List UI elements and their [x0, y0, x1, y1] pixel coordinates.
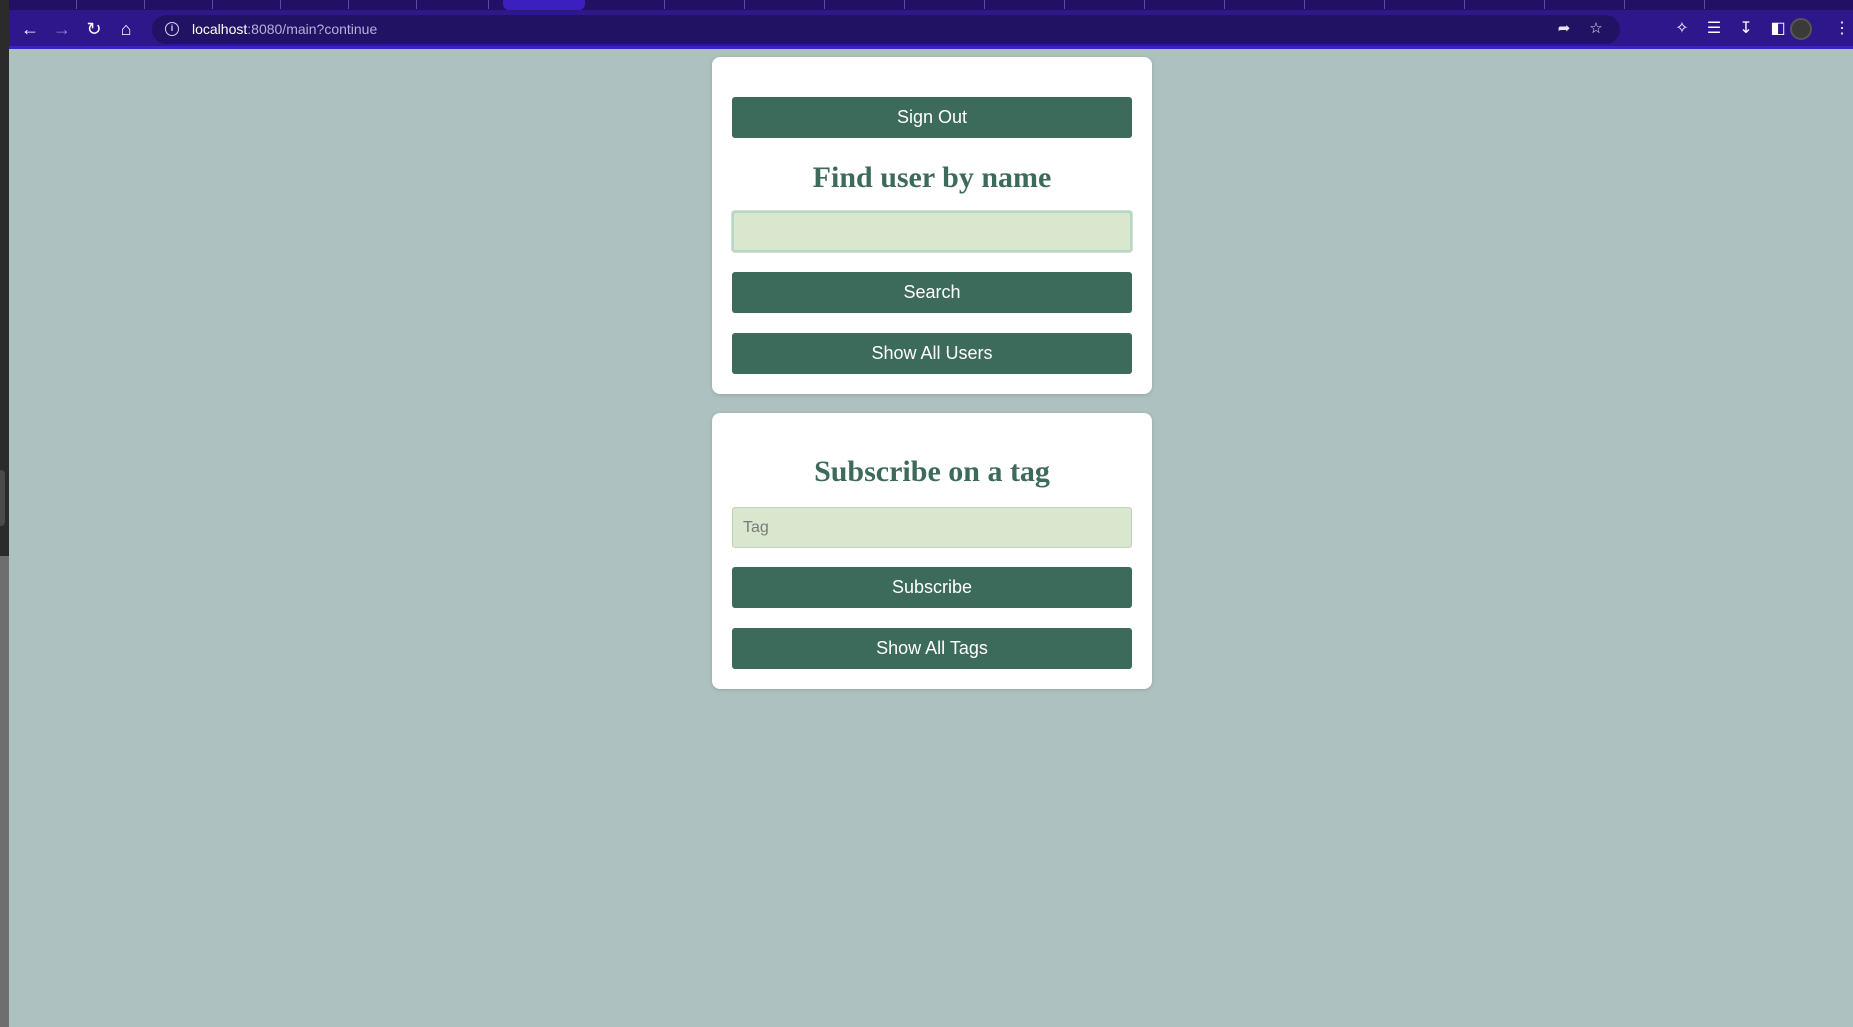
browser-tab[interactable] [281, 0, 349, 9]
home-icon[interactable]: ⌂ [114, 17, 138, 41]
media-queue-icon[interactable]: ☰ [1703, 18, 1725, 40]
browser-tab[interactable] [665, 0, 745, 9]
tag-input[interactable] [732, 507, 1132, 548]
star-icon[interactable]: ☆ [1586, 19, 1606, 39]
find-user-card: Sign Out Find user by name Search Show A… [712, 57, 1152, 394]
browser-tab[interactable] [1385, 0, 1465, 9]
user-name-input[interactable] [732, 211, 1132, 252]
browser-tab[interactable] [905, 0, 985, 9]
arrow-left-icon[interactable]: ← [18, 17, 42, 41]
browser-tab[interactable] [1305, 0, 1385, 9]
browser-tab[interactable] [213, 0, 281, 9]
browser-tab[interactable] [9, 0, 77, 9]
browser-toolbar: ← → ↻ ⌂ i localhost:8080/main?continue ➦… [9, 10, 1853, 49]
side-panel-icon[interactable]: ◧ [1767, 18, 1789, 40]
avatar[interactable] [1790, 18, 1812, 40]
find-user-heading: Find user by name [812, 161, 1052, 194]
browser-tab[interactable] [825, 0, 905, 9]
subscribe-button[interactable]: Subscribe [732, 567, 1132, 608]
info-icon[interactable]: i [165, 22, 179, 36]
puzzle-icon[interactable]: ✧ [1671, 18, 1693, 40]
browser-tab[interactable] [1225, 0, 1305, 9]
dock-handle [0, 470, 5, 526]
subscribe-heading: Subscribe on a tag [814, 455, 1050, 488]
desktop-background-strip [0, 556, 9, 1027]
address-bar[interactable]: i localhost:8080/main?continue ➦ ☆ [152, 15, 1620, 44]
show-all-users-button[interactable]: Show All Users [732, 333, 1132, 374]
browser-tab[interactable] [417, 0, 489, 9]
sign-out-button[interactable]: Sign Out [732, 97, 1132, 138]
browser-tab[interactable] [745, 0, 825, 9]
url-text[interactable]: localhost:8080/main?continue [192, 21, 377, 37]
kebab-menu-icon[interactable]: ⋮ [1831, 18, 1853, 40]
arrow-right-icon[interactable]: → [50, 17, 74, 41]
browser-tab-active[interactable] [503, 0, 585, 10]
download-icon[interactable]: ↧ [1735, 18, 1757, 40]
browser-tab[interactable] [985, 0, 1065, 9]
browser-tab[interactable] [585, 0, 665, 9]
browser-tab[interactable] [1065, 0, 1145, 9]
browser-tab[interactable] [1465, 0, 1545, 9]
browser-tab[interactable] [77, 0, 145, 9]
subscribe-card: Subscribe on a tag Subscribe Show All Ta… [712, 413, 1152, 689]
browser-window: ← → ↻ ⌂ i localhost:8080/main?continue ➦… [9, 0, 1853, 49]
show-all-tags-button[interactable]: Show All Tags [732, 628, 1132, 669]
browser-tab[interactable] [145, 0, 213, 9]
browser-tab[interactable] [1145, 0, 1225, 9]
url-host: localhost [192, 21, 248, 37]
share-icon[interactable]: ➦ [1554, 19, 1574, 39]
url-path: :8080/main?continue [247, 21, 378, 37]
browser-tab[interactable] [1545, 0, 1625, 9]
search-button[interactable]: Search [732, 272, 1132, 313]
browser-tab[interactable] [1625, 0, 1705, 9]
desktop-dock-edge [0, 0, 9, 1027]
browser-tab[interactable] [349, 0, 417, 9]
tab-strip [9, 0, 1853, 10]
reload-icon[interactable]: ↻ [82, 17, 106, 41]
